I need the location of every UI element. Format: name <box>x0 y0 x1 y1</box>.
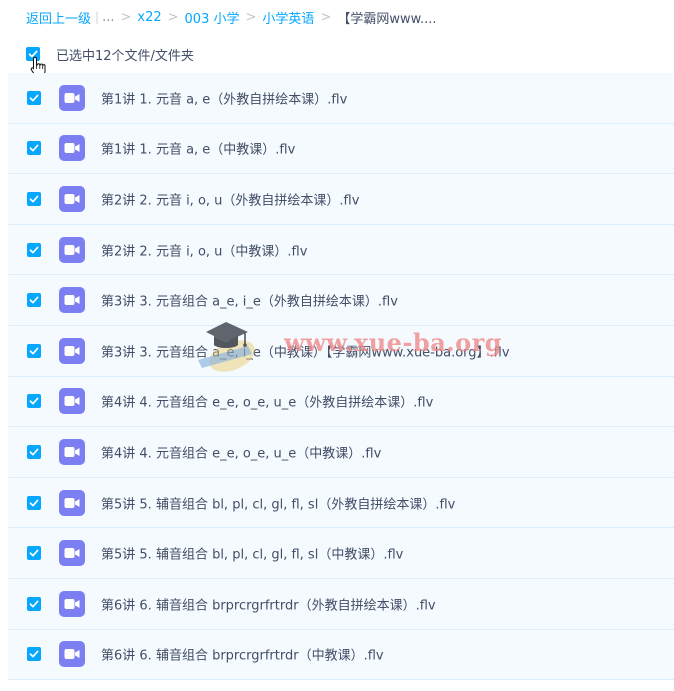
file-checkbox[interactable] <box>27 141 41 156</box>
video-camera-icon <box>64 497 80 508</box>
file-row[interactable]: 第1讲 1. 元音 a, e（中教课）.flv <box>8 123 674 175</box>
breadcrumb-item-primary-school[interactable]: 003 小学 <box>185 8 240 27</box>
selection-count-label: 已选中12个文件/文件夹 <box>56 48 194 64</box>
video-camera-icon <box>64 446 80 457</box>
file-checkbox[interactable] <box>27 343 41 358</box>
breadcrumb-separator-icon: > <box>245 9 257 25</box>
file-row[interactable]: 第1讲 1. 元音 a, e（外教自拼绘本课）.flv <box>8 73 674 124</box>
file-name[interactable]: 第4讲 4. 元音组合 e_e, o_e, u_e（中教课）.flv <box>101 442 381 461</box>
file-checkbox[interactable] <box>27 444 41 459</box>
file-manager-page: 返回上一级 | ... > x22 > 003 小学 > 小学英语 > 【学霸网… <box>0 0 674 691</box>
breadcrumb-divider: | <box>95 10 100 24</box>
file-name[interactable]: 第2讲 2. 元音 i, o, u（中教课）.flv <box>101 240 307 259</box>
breadcrumb-item-primary-english[interactable]: 小学英语 <box>262 8 314 27</box>
video-file-icon <box>59 438 85 465</box>
file-checkbox[interactable] <box>27 394 41 409</box>
file-row[interactable]: 第2讲 2. 元音 i, o, u（中教课）.flv <box>8 224 674 276</box>
file-name[interactable]: 第6讲 6. 辅音组合 brprcrgrfrtrdr（外教自拼绘本课）.flv <box>101 594 436 613</box>
file-row[interactable]: 第3讲 3. 元音组合 a_e, i_e（中教课）【学霸网www.xue-ba.… <box>8 325 674 377</box>
checkmark-icon <box>29 549 39 557</box>
video-file-icon <box>59 337 85 364</box>
file-row[interactable]: 第6讲 6. 辅音组合 brprcrgrfrtrdr（中教课）.flv <box>8 629 674 681</box>
file-name[interactable]: 第1讲 1. 元音 a, e（外教自拼绘本课）.flv <box>101 88 347 107</box>
video-camera-icon <box>64 598 80 609</box>
video-camera-icon <box>64 92 80 103</box>
file-list: 第1讲 1. 元音 a, e（外教自拼绘本课）.flv 第1讲 1. 元音 a, … <box>8 73 674 681</box>
select-all-bar: 已选中12个文件/文件夹 <box>26 44 194 64</box>
breadcrumb-item-x22[interactable]: x22 <box>137 10 161 25</box>
video-file-icon <box>59 540 85 567</box>
file-row[interactable]: 第4讲 4. 元音组合 e_e, o_e, u_e（中教课）.flv <box>8 427 674 478</box>
video-file-icon <box>59 590 85 617</box>
video-file-icon <box>59 287 85 314</box>
file-name[interactable]: 第4讲 4. 元音组合 e_e, o_e, u_e（外教自拼绘本课）.flv <box>101 392 433 411</box>
back-link[interactable]: 返回上一级 <box>26 8 91 27</box>
video-file-icon <box>59 185 85 212</box>
checkmark-icon <box>29 499 39 506</box>
file-name[interactable]: 第5讲 5. 辅音组合 bl, pl, cl, gl, fl, sl（中教课）.… <box>101 544 403 563</box>
file-row[interactable]: 第4讲 4. 元音组合 e_e, o_e, u_e（外教自拼绘本课）.flv <box>8 376 674 428</box>
breadcrumb-ellipsis[interactable]: ... <box>102 10 114 25</box>
checkmark-icon <box>29 650 39 658</box>
breadcrumb-current: 【学霸网www.... <box>337 11 437 27</box>
video-camera-icon <box>64 396 80 407</box>
file-row[interactable]: 第5讲 5. 辅音组合 bl, pl, cl, gl, fl, sl（中教课）.… <box>8 528 674 579</box>
breadcrumb: 返回上一级 | ... > x22 > 003 小学 > 小学英语 > 【学霸网… <box>26 6 437 28</box>
file-checkbox[interactable] <box>27 242 41 257</box>
video-camera-icon <box>64 143 80 154</box>
video-camera-icon <box>64 295 80 306</box>
video-camera-icon <box>64 345 80 356</box>
file-checkbox[interactable] <box>27 596 41 611</box>
checkmark-icon <box>29 296 39 304</box>
video-camera-icon <box>64 193 80 204</box>
checkmark-icon <box>29 600 39 608</box>
file-row[interactable]: 第2讲 2. 元音 i, o, u（外教自拼绘本课）.flv <box>8 174 674 225</box>
breadcrumb-separator-icon: > <box>320 9 332 25</box>
file-name[interactable]: 第2讲 2. 元音 i, o, u（外教自拼绘本课）.flv <box>101 189 359 208</box>
file-name[interactable]: 第3讲 3. 元音组合 a_e, i_e（外教自拼绘本课）.flv <box>101 291 398 310</box>
file-name[interactable]: 第3讲 3. 元音组合 a_e, i_e（中教课）【学霸网www.xue-ba.… <box>101 341 510 360</box>
checkmark-icon <box>29 246 39 254</box>
video-camera-icon <box>64 244 80 255</box>
video-camera-icon <box>64 649 80 660</box>
video-file-icon <box>59 135 85 162</box>
file-checkbox[interactable] <box>27 546 41 561</box>
file-name[interactable]: 第5讲 5. 辅音组合 bl, pl, cl, gl, fl, sl（外教自拼绘… <box>101 493 455 512</box>
file-checkbox[interactable] <box>27 495 41 510</box>
file-name[interactable]: 第6讲 6. 辅音组合 brprcrgrfrtrdr（中教课）.flv <box>101 645 384 664</box>
checkmark-icon <box>29 195 39 203</box>
file-name[interactable]: 第1讲 1. 元音 a, e（中教课）.flv <box>101 139 295 158</box>
video-file-icon <box>59 489 85 516</box>
video-file-icon <box>59 84 85 111</box>
checkmark-icon <box>29 397 39 405</box>
file-row[interactable]: 第5讲 5. 辅音组合 bl, pl, cl, gl, fl, sl（外教自拼绘… <box>8 477 674 529</box>
breadcrumb-separator-icon: > <box>167 9 179 25</box>
file-row[interactable]: 第3讲 3. 元音组合 a_e, i_e（外教自拼绘本课）.flv <box>8 275 674 326</box>
file-checkbox[interactable] <box>27 647 41 662</box>
video-file-icon <box>59 388 85 415</box>
video-file-icon <box>59 641 85 668</box>
checkmark-icon <box>29 144 39 152</box>
video-camera-icon <box>64 548 80 559</box>
file-checkbox[interactable] <box>27 191 41 206</box>
checkmark-icon <box>29 94 39 102</box>
file-row[interactable]: 第6讲 6. 辅音组合 brprcrgrfrtrdr（外教自拼绘本课）.flv <box>8 578 674 630</box>
file-checkbox[interactable] <box>27 90 41 105</box>
checkmark-icon <box>29 347 39 355</box>
checkmark-icon <box>29 448 39 456</box>
breadcrumb-separator-icon: > <box>120 9 132 25</box>
video-file-icon <box>59 236 85 263</box>
file-checkbox[interactable] <box>27 293 41 308</box>
